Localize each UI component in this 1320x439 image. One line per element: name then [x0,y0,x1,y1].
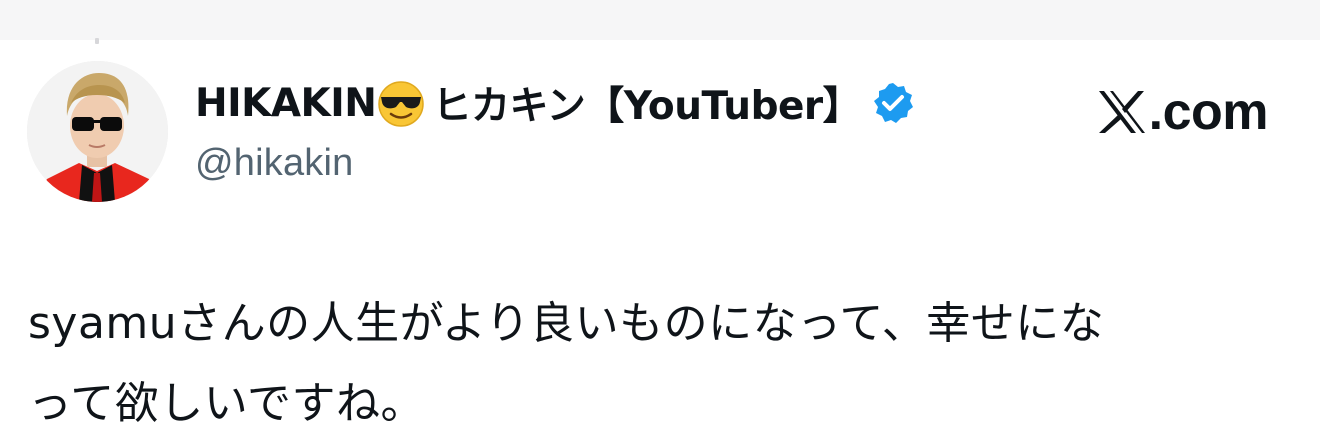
verified-badge-icon[interactable] [871,81,915,125]
author-name-row[interactable]: HIKAKIN ヒカキン【YouTuber】 [195,76,915,130]
avatar[interactable] [27,61,168,202]
tweet-card: HIKAKIN ヒカキン【YouTuber】 @hikakin .com sya… [0,0,1320,439]
smiling-face-with-sunglasses-icon [378,81,425,127]
divider [95,38,99,44]
top-strip [0,0,1320,44]
tweet-text: syamuさんの人生がより良いものになって、幸せにな って欲しいですね。 [28,298,1105,429]
author-display-name-suffix[interactable]: ヒカキン【YouTuber】 [432,75,861,131]
author-handle[interactable]: @hikakin [195,142,353,185]
brand-text: .com [1148,83,1269,141]
x-logo-icon [1098,91,1145,133]
author-display-name[interactable]: HIKAKIN [195,81,377,126]
avatar-image [27,61,168,202]
brand-watermark: .com [1097,80,1269,144]
